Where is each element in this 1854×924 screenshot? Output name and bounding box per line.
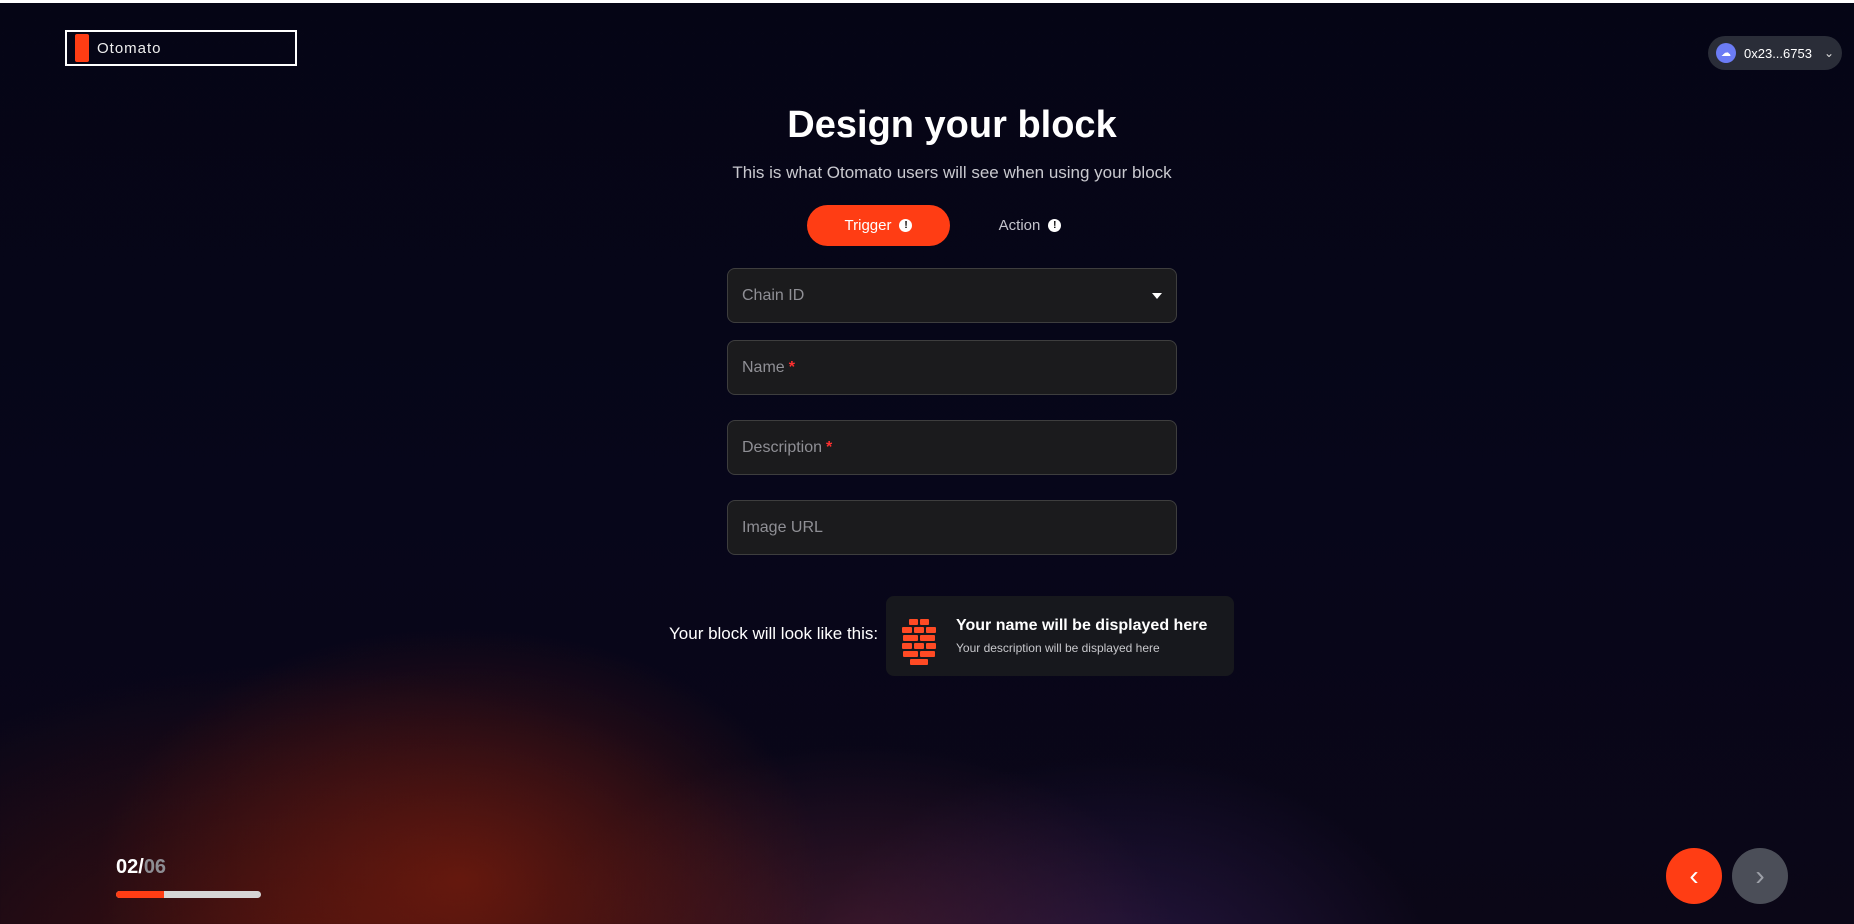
description-placeholder-wrap: Description * [742, 439, 1162, 457]
caret-down-icon [1152, 292, 1162, 299]
preview-label: Your block will look like this: [669, 624, 879, 643]
info-icon[interactable]: ! [899, 219, 913, 232]
previous-step-button[interactable]: ‹ [1666, 848, 1722, 904]
required-mark: * [826, 438, 833, 456]
chain-id-placeholder: Chain ID [742, 286, 805, 304]
description-placeholder: Description [742, 438, 823, 456]
step-current: 02/ [116, 856, 144, 878]
tab-action-label: Action [998, 217, 1041, 234]
image-url-placeholder: Image URL [742, 518, 823, 536]
step-counter: 02/06 [116, 856, 166, 879]
step-progress-bar [116, 891, 261, 898]
name-placeholder: Name [742, 358, 785, 376]
page-title: Design your block [787, 104, 1117, 146]
description-input[interactable]: Description * [727, 420, 1177, 475]
image-url-input[interactable]: Image URL [727, 500, 1177, 555]
name-input[interactable]: Name * [727, 340, 1177, 395]
page-subtitle: This is what Otomato users will see when… [732, 163, 1172, 182]
chevron-down-icon: ⌄ [1823, 46, 1834, 60]
cloud-icon: ☁ [1716, 43, 1736, 63]
step-total: 06 [143, 856, 167, 878]
next-step-button[interactable]: › [1732, 848, 1788, 904]
block-preview-card: Your name will be displayed here Your de… [886, 596, 1234, 676]
chevron-right-icon: › [1755, 860, 1765, 891]
preview-description: Your description will be displayed here [956, 641, 1160, 655]
preview-name: Your name will be displayed here [956, 617, 1208, 634]
chevron-left-icon: ‹ [1689, 860, 1699, 891]
wallet-address: 0x23...6753 [1744, 45, 1812, 61]
chain-id-select[interactable]: Chain ID [727, 268, 1177, 323]
tab-trigger[interactable]: Trigger ! [807, 205, 950, 246]
logo-text: Otomato [97, 39, 162, 57]
step-progress-fill [116, 891, 164, 898]
app-logo[interactable]: Otomato [65, 30, 297, 66]
tab-action[interactable]: Action ! [975, 205, 1085, 246]
info-icon[interactable]: ! [1048, 219, 1062, 232]
required-mark: * [788, 358, 795, 376]
logo-mark-icon [75, 34, 89, 62]
name-placeholder-wrap: Name * [742, 359, 1162, 377]
wallet-button[interactable]: ☁ 0x23...6753 ⌄ [1708, 36, 1842, 70]
brick-wall-icon [902, 619, 936, 665]
top-border [0, 0, 1854, 3]
tab-trigger-label: Trigger [844, 217, 892, 234]
